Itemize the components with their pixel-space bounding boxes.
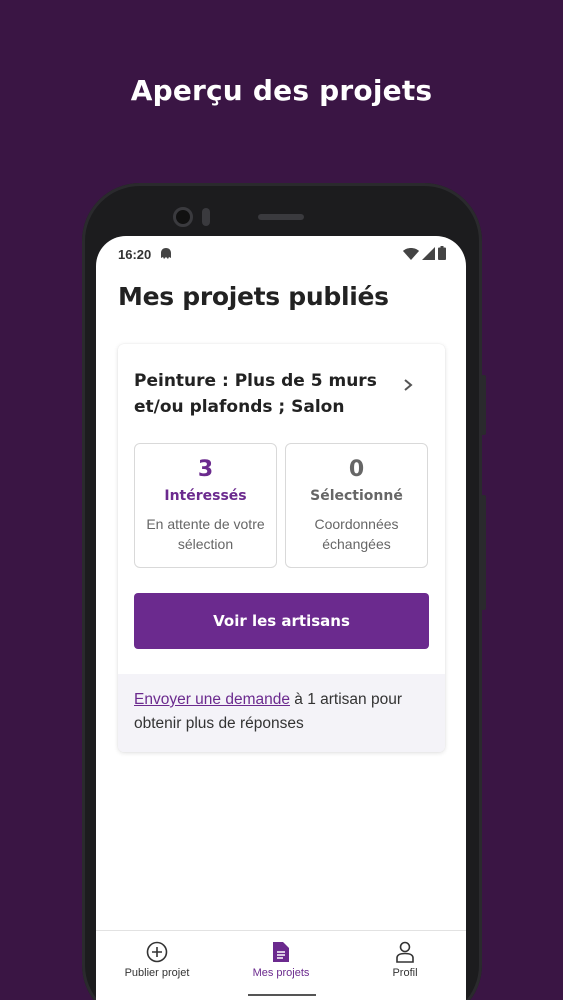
phone-side-button bbox=[481, 495, 486, 610]
chevron-right-icon[interactable] bbox=[401, 378, 415, 392]
stat-value: 3 bbox=[197, 457, 214, 482]
phone-side-button bbox=[481, 375, 486, 435]
stat-label: Sélectionné bbox=[310, 488, 403, 504]
sensor-icon bbox=[202, 208, 210, 226]
status-bar: 16:20 bbox=[96, 236, 466, 272]
app-screen: 16:20 Mes projets publiés Peinture : Plu… bbox=[96, 236, 466, 1000]
bottom-navigation: Publier projet Mes projets Profil bbox=[96, 930, 466, 1000]
nav-item-my-projects[interactable]: Mes projets bbox=[226, 941, 336, 979]
stat-interested: 3 Intéressés En attente de votre sélecti… bbox=[134, 443, 277, 568]
stat-description: Coordonnées échangées bbox=[314, 516, 399, 552]
nav-label: Publier projet bbox=[124, 967, 190, 979]
status-time: 16:20 bbox=[118, 247, 152, 262]
document-icon bbox=[273, 942, 289, 962]
camera-icon bbox=[173, 207, 193, 227]
stat-description: En attente de votre sélection bbox=[146, 516, 265, 552]
stat-label: Intéressés bbox=[164, 488, 247, 504]
send-request-link[interactable]: Envoyer une demande bbox=[134, 691, 290, 708]
nav-item-publish[interactable]: Publier projet bbox=[102, 941, 212, 979]
plus-circle-icon bbox=[146, 941, 168, 963]
card-footer: Envoyer une demande à 1 artisan pour obt… bbox=[118, 674, 445, 752]
project-card[interactable]: Peinture : Plus de 5 murs et/ou plafonds… bbox=[118, 344, 445, 752]
marketing-headline: Aperçu des projets bbox=[130, 74, 433, 107]
notification-icon bbox=[161, 248, 171, 259]
wifi-icon bbox=[403, 247, 419, 260]
page-title: Mes projets publiés bbox=[118, 282, 389, 311]
home-indicator bbox=[248, 994, 316, 996]
speaker-grille bbox=[258, 214, 304, 220]
battery-icon bbox=[438, 246, 446, 260]
status-icons bbox=[403, 246, 446, 260]
nav-label: Mes projets bbox=[252, 967, 310, 979]
view-artisans-button[interactable]: Voir les artisans bbox=[134, 593, 429, 649]
stat-value: 0 bbox=[348, 457, 365, 482]
stat-selected: 0 Sélectionné Coordonnées échangées bbox=[285, 443, 428, 568]
nav-label: Profil bbox=[392, 967, 418, 979]
signal-icon bbox=[422, 246, 435, 260]
person-icon bbox=[396, 941, 414, 963]
nav-item-profile[interactable]: Profil bbox=[350, 941, 460, 979]
project-title[interactable]: Peinture : Plus de 5 murs et/ou plafonds… bbox=[134, 368, 384, 420]
